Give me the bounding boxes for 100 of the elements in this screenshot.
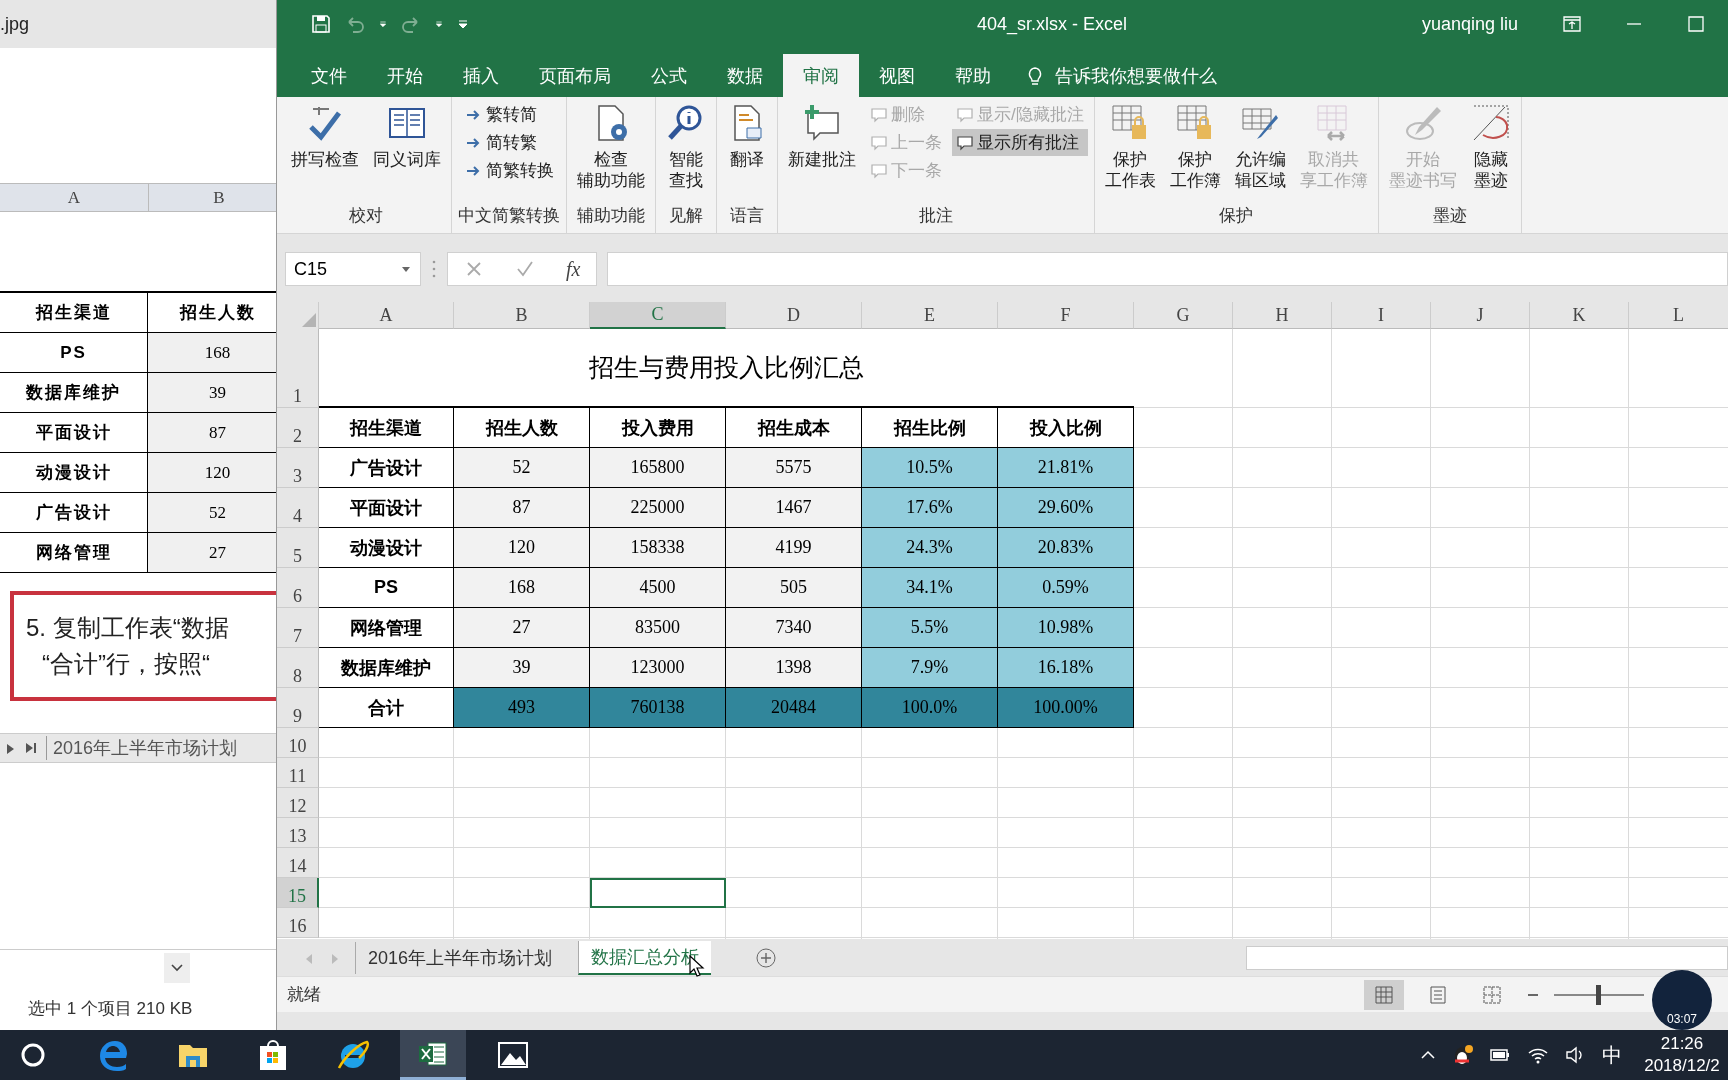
table-header-cell: 招生渠道: [0, 293, 148, 332]
window-title: 404_sr.xlsx - Excel: [977, 13, 1128, 35]
row-header[interactable]: 6: [277, 568, 319, 608]
group-label: 批注: [918, 205, 953, 227]
ribbon-tab[interactable]: 审阅: [783, 54, 859, 97]
table-cell: 34.1%: [862, 568, 998, 608]
table-cell: 20484: [726, 688, 862, 728]
table-cell: 平面设计: [319, 488, 454, 528]
table-cell: 1398: [726, 648, 862, 688]
table-cell: 87: [454, 488, 590, 528]
insert-function-button[interactable]: fx: [565, 257, 581, 281]
ribbon-button[interactable]: 新建批注: [784, 101, 860, 185]
table-cell: 29.60%: [998, 488, 1134, 528]
table-cell: 21.81%: [998, 448, 1134, 488]
group-label: 校对: [349, 205, 383, 227]
ribbon-button[interactable]: 拼写检查: [287, 101, 363, 185]
table-cell: 0.59%: [998, 568, 1134, 608]
ribbon-button[interactable]: 同义词库: [369, 101, 445, 185]
column-header[interactable]: H: [1233, 302, 1332, 329]
row-header[interactable]: 16: [277, 908, 319, 938]
ribbon-tab[interactable]: 页面布局: [519, 54, 631, 97]
sheet-tab[interactable]: 2016年上半年市场计划: [355, 941, 565, 974]
group-label: 见解: [669, 205, 703, 227]
table-cell: 网络管理: [319, 608, 454, 648]
tell-me-field[interactable]: 告诉我你想要做什么: [1011, 54, 1217, 97]
instruction-text: “合计”行，按照“: [41, 649, 211, 679]
table-cell: 493: [454, 688, 590, 728]
row-header[interactable]: 7: [277, 608, 319, 648]
row-header[interactable]: 13: [277, 818, 319, 848]
table-cell: 17.6%: [862, 488, 998, 528]
table-cell: 27: [454, 608, 590, 648]
table-cell: 10.98%: [998, 608, 1134, 648]
group-label: 辅助功能: [577, 205, 645, 227]
table-cell: 123000: [590, 648, 726, 688]
ribbon-tab[interactable]: 视图: [859, 54, 935, 97]
column-header[interactable]: G: [1134, 302, 1233, 329]
sheet-tab[interactable]: 2016年上半年市场计划: [46, 736, 244, 760]
table-cell: 120: [148, 453, 276, 492]
row-header[interactable]: 4: [277, 488, 319, 528]
row-header[interactable]: 5: [277, 528, 319, 568]
table-cell: 52: [148, 493, 276, 532]
ribbon-tab[interactable]: 公式: [631, 54, 707, 97]
table-cell: 168: [148, 333, 276, 372]
row-header[interactable]: 12: [277, 788, 319, 818]
table-cell: 数据库维护: [319, 648, 454, 688]
table-cell: 7.9%: [862, 648, 998, 688]
table-header-cell: 招生比例: [862, 408, 998, 448]
table-header-cell: 招生成本: [726, 408, 862, 448]
column-header[interactable]: J: [1431, 302, 1530, 329]
row-header[interactable]: 2: [277, 408, 319, 448]
table-cell: 10.5%: [862, 448, 998, 488]
column-header[interactable]: I: [1332, 302, 1431, 329]
name-box[interactable]: C15: [285, 252, 421, 286]
table-cell: 100.0%: [862, 688, 998, 728]
status-text: 就绪: [287, 984, 321, 1006]
row-header[interactable]: 10: [277, 728, 319, 758]
table-header-cell: 投入比例: [998, 408, 1134, 448]
instruction-text: 5. 复制工作表“数据: [25, 613, 230, 643]
ribbon-tab[interactable]: 插入: [443, 54, 519, 97]
table-cell: 168: [454, 568, 590, 608]
column-header[interactable]: A: [0, 184, 149, 211]
table-cell: PS: [319, 568, 454, 608]
table-cell: 120: [454, 528, 590, 568]
ribbon-tab[interactable]: 文件: [291, 54, 367, 97]
row-header[interactable]: 15: [277, 878, 319, 908]
column-header[interactable]: K: [1530, 302, 1629, 329]
ribbon-button[interactable]: 繁转简: [460, 101, 558, 128]
table-cell: 39: [454, 648, 590, 688]
clock-date[interactable]: 2018/12/2: [1644, 1055, 1720, 1077]
clock-time[interactable]: 21:26: [1660, 1033, 1704, 1055]
row-header[interactable]: 8: [277, 648, 319, 688]
row-header[interactable]: 1: [277, 329, 319, 408]
row-header[interactable]: 11: [277, 758, 319, 788]
ribbon-button[interactable]: 简转繁: [460, 129, 558, 156]
row-header[interactable]: 9: [277, 688, 319, 728]
table-cell: 87: [148, 413, 276, 452]
ribbon-button[interactable]: 翻译: [723, 101, 771, 185]
column-header[interactable]: C: [590, 302, 726, 329]
status-text: 选中 1 个项目 210 KB: [28, 997, 193, 1020]
table-cell: 505: [726, 568, 862, 608]
table-cell: 7340: [726, 608, 862, 648]
input-method[interactable]: 中: [1602, 1041, 1622, 1069]
row-header[interactable]: 3: [277, 448, 319, 488]
ribbon-button[interactable]: 显示所有批注: [952, 129, 1088, 156]
sheet-title: 招生与费用投入比例汇总: [319, 329, 1134, 408]
ribbon-tab[interactable]: 开始: [367, 54, 443, 97]
ribbon-tab[interactable]: 数据: [707, 54, 783, 97]
table-cell: 4199: [726, 528, 862, 568]
table-cell: 1467: [726, 488, 862, 528]
column-header[interactable]: L: [1629, 302, 1728, 329]
table-cell: 100.00%: [998, 688, 1134, 728]
user-name[interactable]: yuanqing liu: [1422, 13, 1519, 35]
row-header[interactable]: 14: [277, 848, 319, 878]
ribbon-tab[interactable]: 帮助: [935, 54, 1011, 97]
table-cell: 158338: [590, 528, 726, 568]
table-header-cell: 投入费用: [590, 408, 726, 448]
ribbon-button[interactable]: 简繁转换: [460, 157, 558, 184]
window-title: .jpg: [0, 13, 30, 35]
table-cell: 52: [454, 448, 590, 488]
table-cell: 20.83%: [998, 528, 1134, 568]
